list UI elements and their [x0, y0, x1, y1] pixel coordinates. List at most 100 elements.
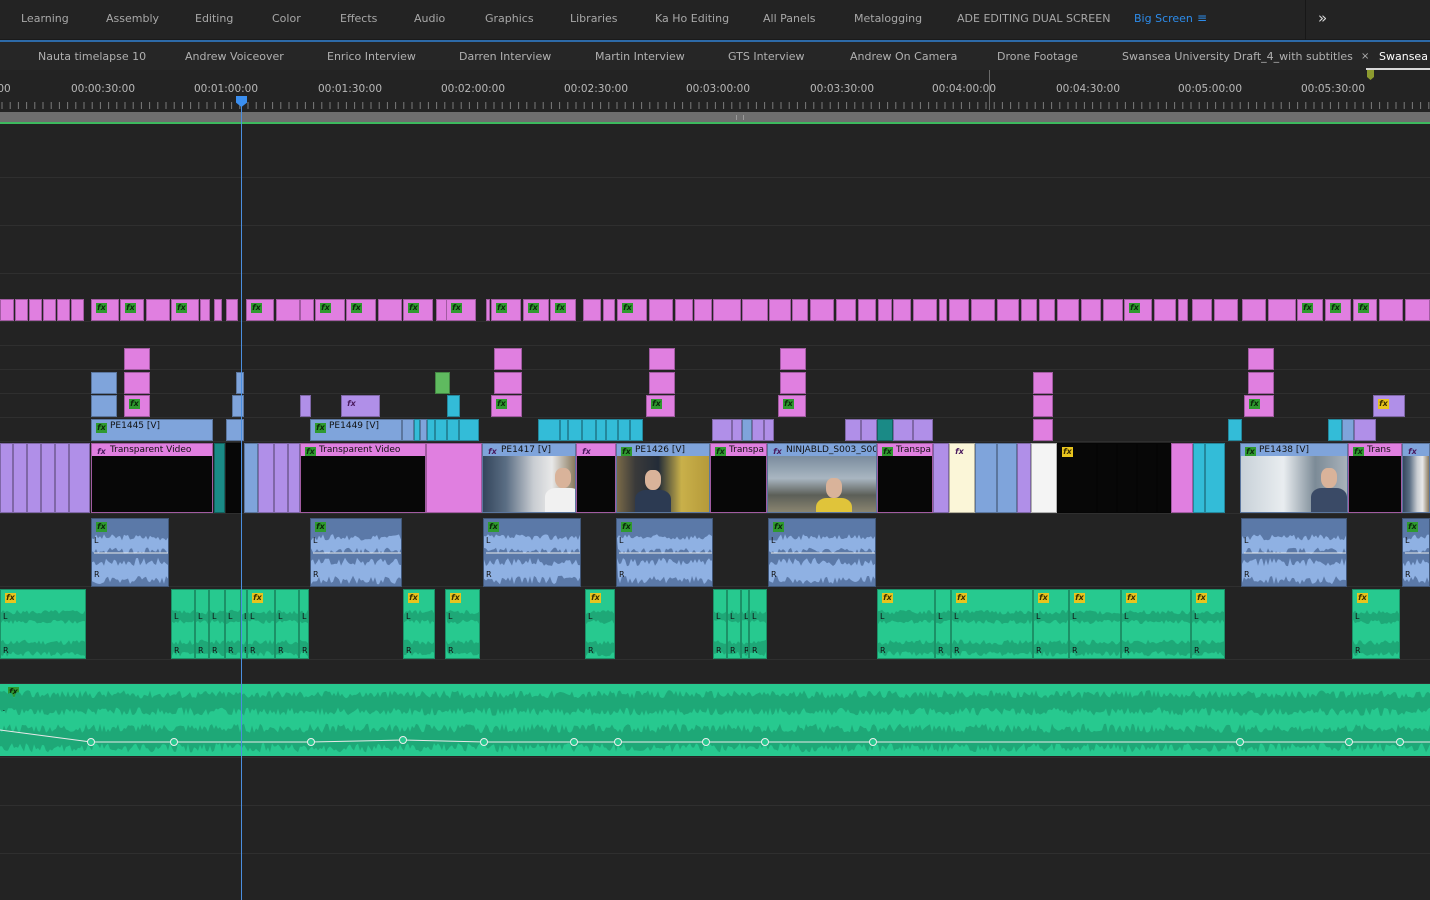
sequence-tab[interactable]: Martin Interview [595, 50, 685, 63]
video-clip[interactable] [13, 443, 27, 513]
video-clip[interactable] [1137, 443, 1157, 513]
title-clip[interactable] [858, 299, 876, 321]
video-clip[interactable] [1354, 419, 1376, 441]
video-clip[interactable] [568, 419, 582, 441]
title-clip[interactable] [913, 299, 937, 321]
title-clip[interactable] [1154, 299, 1176, 321]
title-clip[interactable]: fx [91, 299, 119, 321]
workspace-tab-editing[interactable]: Editing [195, 12, 233, 25]
title-clip[interactable] [694, 299, 712, 321]
playhead-line[interactable] [241, 96, 242, 900]
audio-clip[interactable]: fx L R [951, 589, 1033, 659]
workspace-tab-color[interactable]: Color [272, 12, 301, 25]
graphic-clip[interactable] [124, 372, 150, 394]
title-clip[interactable]: fx [550, 299, 576, 321]
keyframe-icon[interactable] [170, 738, 178, 746]
video-clip[interactable] [55, 443, 69, 513]
video-clip[interactable] [435, 419, 447, 441]
title-clip[interactable] [836, 299, 856, 321]
video-clip[interactable] [732, 419, 742, 441]
title-clip[interactable] [675, 299, 693, 321]
title-clip[interactable] [971, 299, 995, 321]
title-clip[interactable] [1103, 299, 1123, 321]
title-clip[interactable] [997, 299, 1019, 321]
workspace-tab-assembly[interactable]: Assembly [106, 12, 159, 25]
title-clip[interactable] [1039, 299, 1055, 321]
keyframe-icon[interactable] [869, 738, 877, 746]
audio-clip[interactable]: fx L R [877, 589, 935, 659]
keyframe-icon[interactable] [1236, 738, 1244, 746]
sequence-tab[interactable]: Swansea University Draft_4_with subtitle… [1122, 50, 1353, 63]
volume-keyframe-line[interactable] [0, 726, 1430, 750]
video-clip[interactable] [447, 419, 459, 441]
video-clip[interactable] [893, 419, 913, 441]
title-clip[interactable] [378, 299, 402, 321]
transparent-video-clip[interactable]: fx Transpa [877, 443, 933, 513]
title-clip[interactable] [1021, 299, 1037, 321]
video-clip[interactable] [1328, 419, 1342, 441]
graphic-clip[interactable] [1033, 372, 1053, 394]
video-clip[interactable] [1342, 419, 1354, 441]
video-clip[interactable]: fx [1402, 443, 1430, 513]
keyframe-icon[interactable] [570, 738, 578, 746]
title-clip[interactable]: fx [315, 299, 345, 321]
title-clip[interactable] [1178, 299, 1188, 321]
video-clip-pe1445[interactable]: fx PE1445 [V] [91, 419, 213, 441]
workspace-tab-learning[interactable]: Learning [21, 12, 69, 25]
graphic-clip[interactable] [494, 372, 522, 394]
video-clip[interactable] [845, 419, 861, 441]
video-clip[interactable] [427, 419, 435, 441]
video-clip[interactable] [1097, 443, 1117, 513]
title-clip[interactable] [146, 299, 170, 321]
transparent-video-clip[interactable]: fx Transparent Video [300, 443, 426, 513]
title-clip[interactable]: fx [346, 299, 376, 321]
video-clip[interactable] [300, 395, 311, 417]
title-clip[interactable]: fx [1353, 299, 1377, 321]
workspace-tab-ka-ho-editing[interactable]: Ka Ho Editing [655, 12, 729, 25]
audio-clip[interactable]: LR [195, 589, 209, 659]
title-clip[interactable] [603, 299, 615, 321]
audio-clip[interactable]: LR [727, 589, 741, 659]
video-clip-ninjabld[interactable]: fx NINJABLD_S003_S00 [767, 443, 877, 513]
audio-clip[interactable]: fx L R [445, 589, 480, 659]
audio-clip[interactable]: LR [225, 589, 241, 659]
video-clip[interactable] [288, 443, 300, 513]
workspace-tab-all-panels[interactable]: All Panels [763, 12, 816, 25]
video-clip[interactable] [913, 419, 933, 441]
graphic-clip[interactable] [649, 348, 675, 370]
workspace-menu-icon[interactable]: ≡ [1197, 11, 1207, 25]
audio-clip[interactable]: LR [275, 589, 299, 659]
keyframe-icon[interactable] [480, 738, 488, 746]
title-clip[interactable] [1214, 299, 1238, 321]
sequence-tab-active[interactable]: Swansea U [1379, 50, 1430, 63]
audio-clip[interactable]: fx L R [403, 589, 435, 659]
title-clip[interactable]: fx [171, 299, 199, 321]
video-clip[interactable] [258, 443, 274, 513]
title-clip[interactable] [1242, 299, 1266, 321]
video-clip[interactable] [1205, 443, 1225, 513]
video-clip[interactable] [975, 443, 997, 513]
video-clip[interactable]: fx [1057, 443, 1097, 513]
audio-clip[interactable]: LR [299, 589, 309, 659]
graphic-clip[interactable] [1248, 372, 1274, 394]
title-clip[interactable] [43, 299, 56, 321]
title-clip[interactable]: fx [1297, 299, 1323, 321]
video-clip-pe1426[interactable]: fx PE1426 [V] [616, 443, 710, 513]
audio-clip[interactable]: fx L R [1121, 589, 1191, 659]
video-clip-pe1417[interactable]: fx PE1417 [V] [482, 443, 576, 513]
audio-clip[interactable]: fx L R [585, 589, 615, 659]
graphic-clip[interactable] [780, 348, 806, 370]
audio-clip[interactable]: fx L R [1033, 589, 1069, 659]
sequence-tab[interactable]: Darren Interview [459, 50, 551, 63]
title-clip[interactable] [1268, 299, 1296, 321]
title-clip[interactable] [1192, 299, 1212, 321]
title-clip[interactable] [769, 299, 791, 321]
video-clip[interactable] [274, 443, 288, 513]
video-clip[interactable] [560, 419, 568, 441]
title-clip[interactable] [893, 299, 911, 321]
video-clip[interactable] [861, 419, 877, 441]
title-clip[interactable] [276, 299, 300, 321]
audio-clip[interactable]: fx L R [1069, 589, 1121, 659]
title-clip[interactable]: fx [446, 299, 476, 321]
title-clip[interactable]: fx [403, 299, 433, 321]
